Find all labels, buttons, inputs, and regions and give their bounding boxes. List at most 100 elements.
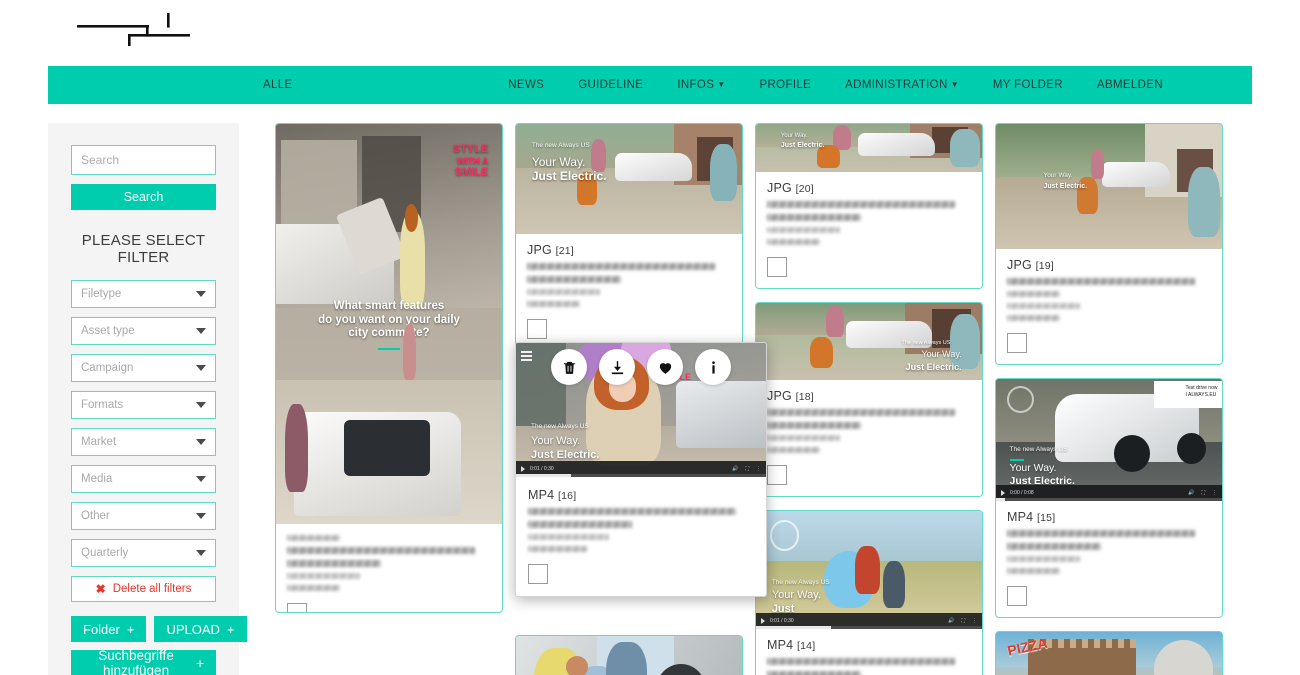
asset-card-hovered[interactable]: LE The new Always US Your Way. Just Elec…	[515, 342, 767, 597]
video-progress-bar[interactable]	[516, 474, 766, 477]
volume-icon[interactable]: 🔊	[948, 618, 954, 624]
asset-select-checkbox[interactable]	[767, 257, 787, 277]
hamburger-icon[interactable]	[521, 351, 532, 363]
delete-asset-button[interactable]	[551, 349, 587, 385]
video-controls[interactable]: 0:01 / 0:30 🔊 ⛶ ⋮	[516, 461, 766, 477]
filter-select-quarterly[interactable]: Quarterly	[71, 539, 216, 567]
filter-select-formats[interactable]: Formats	[71, 391, 216, 419]
overlay-line3: Just Electric.	[780, 142, 825, 150]
nav-item-administration[interactable]: ADMINISTRATION ▼	[828, 66, 976, 105]
chevron-down-icon	[196, 365, 206, 371]
asset-thumbnail[interactable]: STYLE WITH A SMILE What smart features do y…	[276, 124, 502, 524]
asset-card[interactable]: PIZZA	[995, 631, 1223, 675]
fullscreen-icon[interactable]: ⛶	[1201, 490, 1205, 496]
asset-select-checkbox[interactable]	[1007, 586, 1027, 606]
filter-label-media: Media	[81, 473, 113, 485]
overlay-line2: Your Way.	[531, 435, 581, 448]
more-options-icon[interactable]: ⋮	[972, 618, 977, 624]
filter-select-filetype[interactable]: Filetype	[71, 280, 216, 308]
filter-select-asset-type[interactable]: Asset type	[71, 317, 216, 345]
nav-item-infos[interactable]: INFOS ▼	[660, 66, 742, 105]
page-body: Search PLEASE SELECT FILTER Filetype Ass…	[0, 104, 1300, 675]
asset-select-checkbox[interactable]	[528, 564, 548, 584]
grid-column-3: Your Way. Just Electric. JPG [20] The ne…	[755, 123, 983, 675]
more-options-icon[interactable]: ⋮	[1212, 490, 1217, 496]
asset-card[interactable]: The new Always US Your Way. Just Electri…	[515, 123, 743, 351]
filter-label-other: Other	[81, 510, 110, 522]
volume-icon[interactable]: 🔊	[732, 466, 738, 472]
redacted-text	[287, 560, 381, 567]
chevron-down-icon	[196, 328, 206, 334]
video-progress-bar[interactable]	[996, 498, 1222, 501]
asset-thumbnail[interactable]: Your Way. Just Electric.	[756, 124, 982, 172]
asset-card[interactable]: Test drive now I ALWAYS.EU The new Always…	[995, 378, 1223, 618]
asset-card[interactable]: The new Always US Your Way. Just 0:01 / …	[755, 510, 983, 675]
volume-icon[interactable]: 🔊	[1188, 490, 1194, 496]
nav-item-alle[interactable]: ALLE	[263, 66, 293, 104]
asset-card[interactable]: STYLE WITH A SMILE What smart features do y…	[275, 123, 503, 613]
more-options-icon[interactable]: ⋮	[756, 466, 761, 472]
nav-item-abmelden[interactable]: ABMELDEN	[1080, 66, 1180, 104]
asset-thumbnail[interactable]: PIZZA	[996, 632, 1222, 675]
filter-label-filetype: Filetype	[81, 288, 122, 300]
redacted-text	[287, 547, 475, 554]
asset-info-button[interactable]	[695, 349, 731, 385]
asset-select-checkbox[interactable]	[767, 465, 787, 485]
chevron-down-icon	[196, 476, 206, 482]
asset-thumbnail[interactable]: The new Always US Your Way. Just Electri…	[756, 303, 982, 380]
upload-button[interactable]: UPLOAD +	[154, 616, 247, 642]
asset-card[interactable]	[515, 635, 743, 675]
redacted-text	[767, 201, 955, 208]
nav-label-administration: ADMINISTRATION	[845, 78, 948, 91]
fullscreen-icon[interactable]: ⛶	[745, 466, 749, 472]
nav-item-news[interactable]: NEWS	[491, 66, 561, 104]
delete-all-filters-label: Delete all filters	[112, 583, 192, 595]
redacted-text	[1007, 315, 1061, 321]
new-folder-button[interactable]: Folder +	[71, 616, 147, 642]
heart-icon	[659, 362, 671, 374]
asset-card[interactable]: Your Way. Just Electric. JPG [20]	[755, 123, 983, 289]
delete-all-filters-button[interactable]: ✖ Delete all filters	[71, 576, 216, 602]
filter-select-campaign[interactable]: Campaign	[71, 354, 216, 382]
nav-label-abmelden: ABMELDEN	[1096, 79, 1163, 91]
plus-icon: +	[196, 655, 204, 671]
nav-item-my-folder[interactable]: MY FOLDER	[976, 66, 1080, 104]
play-icon[interactable]	[761, 618, 765, 624]
asset-thumbnail[interactable]: The new Always US Your Way. Just 0:01 / …	[756, 511, 982, 629]
asset-card[interactable]: Your Way. Just Electric. JPG [19]	[995, 123, 1223, 365]
asset-meta: JPG [19]	[996, 249, 1222, 364]
filter-label-campaign: Campaign	[81, 362, 134, 374]
filter-select-media[interactable]: Media	[71, 465, 216, 493]
download-asset-button[interactable]	[599, 349, 635, 385]
filter-select-other[interactable]: Other	[71, 502, 216, 530]
add-search-terms-button[interactable]: Suchbegriffe hinzufügen +	[71, 648, 216, 675]
search-input[interactable]	[71, 145, 216, 175]
asset-thumbnail[interactable]: The new Always US Your Way. Just Electri…	[516, 124, 742, 234]
fullscreen-icon[interactable]: ⛶	[961, 618, 965, 624]
filter-select-market[interactable]: Market	[71, 428, 216, 456]
nav-item-profile[interactable]: PROFILE	[743, 66, 829, 104]
nav-item-guideline[interactable]: GUIDELINE	[561, 66, 660, 104]
asset-select-checkbox[interactable]	[287, 603, 307, 612]
asset-thumbnail[interactable]: Test drive now I ALWAYS.EU The new Always…	[996, 379, 1222, 501]
asset-card[interactable]: The new Always US Your Way. Just Electri…	[755, 302, 983, 497]
asset-select-checkbox[interactable]	[1007, 333, 1027, 353]
new-folder-label: Folder	[83, 621, 120, 637]
redacted-text	[527, 263, 715, 270]
video-controls[interactable]: 0:01 / 0:30 🔊 ⛶ ⋮	[756, 613, 982, 629]
asset-select-checkbox[interactable]	[527, 319, 547, 339]
video-progress-bar[interactable]	[756, 626, 982, 629]
overlay-line2: Your Way.	[1043, 171, 1073, 179]
video-controls[interactable]: 0:00 / 0:08 🔊 ⛶ ⋮	[996, 485, 1222, 501]
redacted-text	[1007, 303, 1081, 309]
play-icon[interactable]	[1001, 490, 1005, 496]
asset-thumbnail[interactable]: LE The new Always US Your Way. Just Elec…	[516, 343, 766, 477]
play-icon[interactable]	[521, 466, 525, 472]
asset-thumbnail[interactable]	[516, 636, 742, 675]
asset-thumbnail[interactable]: Your Way. Just Electric.	[996, 124, 1222, 249]
pd-logo[interactable]	[72, 8, 202, 56]
favorite-asset-button[interactable]	[647, 349, 683, 385]
search-button[interactable]: Search	[71, 184, 216, 210]
nav-label-profile: PROFILE	[759, 79, 812, 91]
overlay-line3: Just Electric.	[531, 168, 607, 183]
